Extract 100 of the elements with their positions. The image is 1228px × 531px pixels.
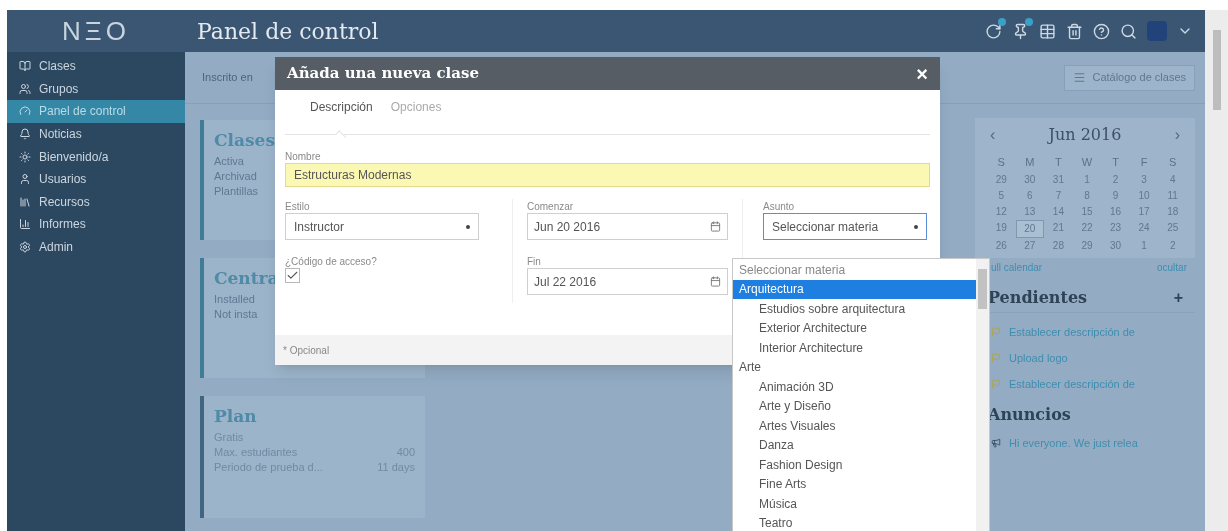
calendar-day[interactable]: 23 — [1101, 220, 1130, 238]
sidebar-item[interactable]: Informes — [7, 213, 185, 236]
calendar-day[interactable]: 3 — [1129, 172, 1159, 188]
sidebar-item[interactable]: Clases — [7, 55, 185, 78]
dropdown-option[interactable]: Interior Architecture — [733, 338, 976, 358]
calendar-icon — [710, 221, 721, 232]
calendar-day[interactable]: 31 — [1044, 172, 1073, 188]
notification-badge — [998, 17, 1006, 26]
calendar-day[interactable]: 12 — [987, 204, 1016, 220]
close-button[interactable]: × — [916, 63, 928, 84]
enrolled-label: Inscrito en — [202, 70, 253, 86]
table-icon[interactable] — [1039, 22, 1056, 40]
flag-icon — [991, 379, 1001, 389]
access-code-checkbox[interactable] — [285, 268, 300, 283]
catalog-button[interactable]: Catálogo de clases — [1064, 64, 1195, 91]
dropdown-option[interactable]: Estudios sobre arquitectura — [733, 299, 976, 319]
calendar-day[interactable]: 30 — [1015, 172, 1045, 188]
add-todo-button[interactable]: + — [1173, 285, 1183, 310]
sidebar-item[interactable]: Bienvenido/a — [7, 145, 185, 168]
todo-link[interactable]: Establecer descripción de — [1009, 323, 1135, 341]
field-label: Fin — [527, 255, 542, 267]
dropdown-option[interactable]: Arte y Diseño — [733, 396, 976, 416]
hide-calendar-link[interactable]: ocultar — [1157, 260, 1187, 275]
calendar-day[interactable]: 26 — [987, 238, 1016, 254]
prev-month-button[interactable]: ‹ — [990, 123, 996, 147]
calendar-day[interactable]: 24 — [1129, 220, 1159, 238]
calendar-day[interactable]: 18 — [1158, 204, 1187, 220]
sidebar-item[interactable]: Grupos — [7, 77, 185, 101]
card-title: Clases — [214, 129, 275, 152]
tab[interactable]: Opciones — [390, 98, 442, 134]
calendar-day[interactable]: 19 — [987, 220, 1016, 238]
name-field[interactable]: Estructuras Modernas — [285, 163, 930, 187]
page-scrollbar[interactable] — [1205, 10, 1228, 531]
dropdown-option[interactable]: Música — [733, 494, 976, 514]
calendar-day[interactable]: 5 — [987, 188, 1016, 204]
weekday-label: S — [1168, 155, 1178, 170]
calendar-day[interactable]: 10 — [1129, 188, 1159, 204]
calendar-day[interactable]: 25 — [1158, 220, 1187, 238]
sidebar-item[interactable]: Panel de control — [7, 100, 185, 123]
dropdown-scrollbar[interactable] — [976, 259, 989, 531]
weekday-label: T — [1111, 155, 1120, 170]
calendar-day[interactable]: 15 — [1072, 204, 1102, 220]
announcement-link[interactable]: Hi everyone. We just relea — [1009, 435, 1138, 452]
weekday-label: W — [1080, 155, 1094, 170]
weekday-label: S — [996, 155, 1006, 170]
calendar-day[interactable]: 17 — [1129, 204, 1159, 220]
refresh-icon[interactable] — [985, 22, 1002, 40]
date-field[interactable]: Jul 22 2016 — [527, 268, 728, 295]
dropdown-option[interactable]: Teatro — [733, 513, 976, 531]
dropdown-option[interactable]: Animación 3D — [733, 377, 976, 397]
section-title: Pendientes — [988, 286, 1088, 309]
calendar-day[interactable]: 4 — [1158, 172, 1187, 188]
calendar-day[interactable]: 14 — [1044, 204, 1073, 220]
style-select[interactable]: Instructor — [285, 213, 479, 240]
user-icon — [19, 173, 31, 186]
calendar-day[interactable]: 30 — [1101, 238, 1130, 254]
calendar-day[interactable]: 27 — [1015, 238, 1045, 254]
sidebar-item[interactable]: Usuarios — [7, 167, 185, 191]
trash-icon[interactable] — [1066, 22, 1083, 40]
calendar-day[interactable]: 21 — [1044, 220, 1073, 238]
dropdown-option[interactable]: Arte — [733, 357, 976, 377]
sidebar-item[interactable]: Noticias — [7, 122, 185, 146]
bar-chart-icon — [19, 218, 31, 231]
calendar-day[interactable]: 1 — [1072, 172, 1102, 188]
card-line: Activa — [214, 153, 244, 169]
field-label: Comenzar — [527, 200, 575, 212]
calendar-day[interactable]: 16 — [1101, 204, 1130, 220]
calendar-day[interactable]: 29 — [1072, 238, 1102, 254]
library-icon — [19, 195, 31, 208]
todo-link[interactable]: Upload logo — [1009, 349, 1068, 367]
calendar-day[interactable]: 6 — [1015, 188, 1045, 204]
card-title: Plan — [214, 405, 258, 428]
dropdown-option[interactable]: Fashion Design — [733, 455, 976, 475]
help-icon[interactable] — [1093, 22, 1110, 40]
calendar-day[interactable]: 28 — [1044, 238, 1073, 254]
card-line: Archivad — [214, 168, 257, 184]
search-icon[interactable] — [1120, 22, 1137, 40]
full-calendar-link[interactable]: ull calendar — [991, 260, 1043, 275]
date-field[interactable]: Jun 20 2016 — [527, 213, 728, 240]
dropdown-option[interactable]: Seleccionar materia — [733, 260, 976, 280]
calendar-day[interactable]: 1 — [1129, 238, 1159, 254]
pin-icon[interactable] — [1012, 22, 1029, 40]
calendar-day[interactable]: 22 — [1072, 220, 1102, 238]
calendar-day[interactable]: 2 — [1158, 238, 1187, 254]
sidebar-item[interactable]: Admin — [7, 235, 185, 259]
calendar-day[interactable]: 11 — [1158, 188, 1187, 204]
gauge-icon — [19, 105, 31, 118]
dropdown-option[interactable]: Arquitectura — [733, 279, 976, 299]
subject-select[interactable]: Seleccionar materia — [763, 213, 927, 240]
next-month-button[interactable]: › — [1174, 123, 1180, 147]
calendar-day[interactable]: 8 — [1072, 188, 1102, 204]
sidebar-item[interactable]: Recursos — [7, 190, 185, 214]
dropdown-option[interactable]: Fine Arts — [733, 474, 976, 494]
dropdown-option[interactable]: Danza — [733, 435, 976, 455]
calendar-day[interactable]: 20 — [1015, 220, 1045, 238]
page-title: Panel de control — [197, 17, 379, 46]
todo-link[interactable]: Establecer descripción de — [1009, 375, 1135, 393]
calendar-day[interactable]: 13 — [1015, 204, 1045, 220]
dropdown-option[interactable]: Artes Visuales — [733, 416, 976, 436]
dropdown-option[interactable]: Exterior Architecture — [733, 318, 976, 338]
